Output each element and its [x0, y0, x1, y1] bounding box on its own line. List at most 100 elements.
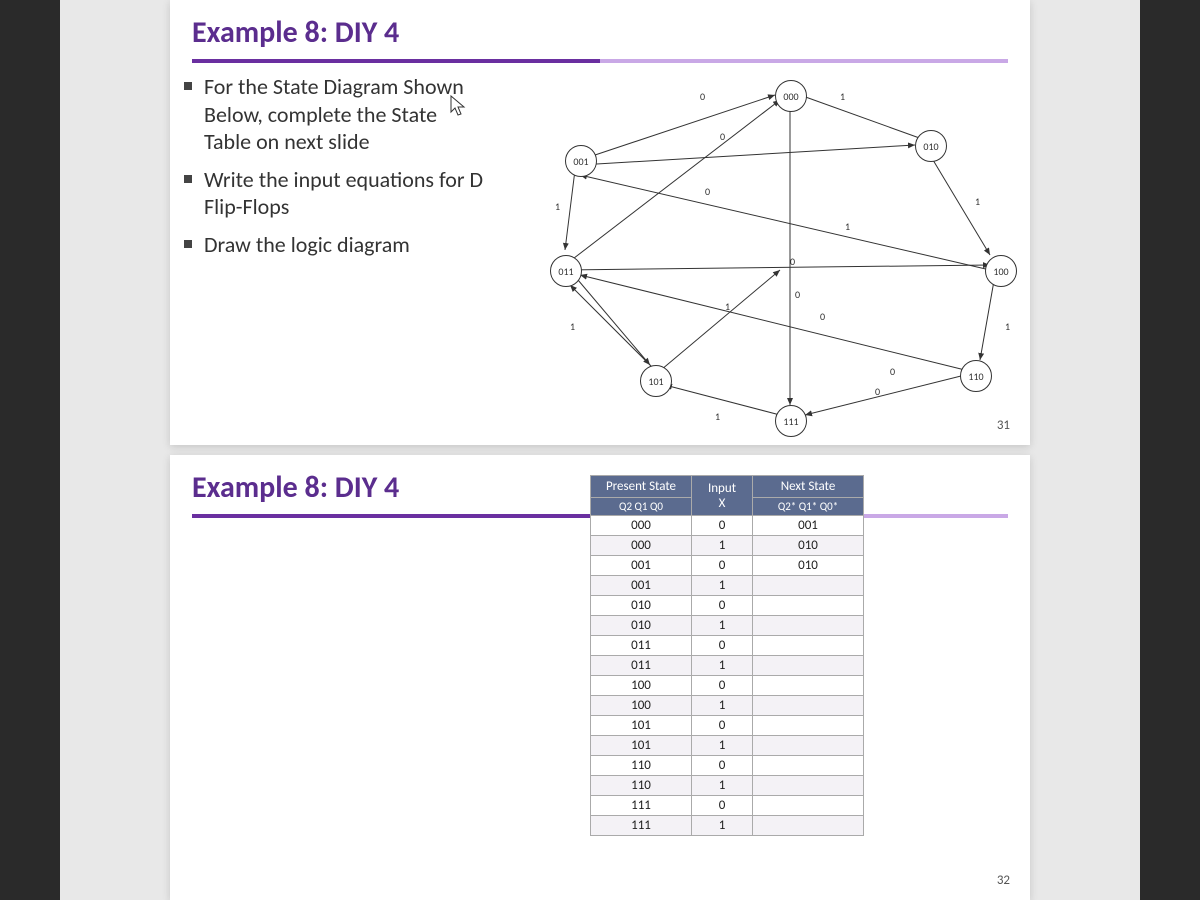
edge-label: 0: [720, 130, 725, 143]
edge-label: 1: [715, 410, 720, 423]
th-input: Input X: [692, 476, 753, 516]
title-underline: [192, 59, 1008, 63]
table-cell: [753, 796, 864, 816]
table-cell: 110: [591, 776, 692, 796]
table-row: 0001010: [591, 536, 864, 556]
table-cell: 1: [692, 536, 753, 556]
table-cell: 111: [591, 816, 692, 836]
state-node-101: 101: [640, 365, 672, 397]
bullet-text: For the State Diagram Shown Below, compl…: [204, 73, 484, 156]
table-cell: 100: [591, 696, 692, 716]
table-row: 0110: [591, 636, 864, 656]
table-cell: [753, 676, 864, 696]
table-cell: 000: [591, 536, 692, 556]
table-cell: 001: [591, 576, 692, 596]
table-cell: 010: [753, 556, 864, 576]
table-cell: 1: [692, 776, 753, 796]
th-present-sub: Q2 Q1 Q0: [591, 498, 692, 516]
table-cell: 010: [591, 596, 692, 616]
table-cell: [753, 636, 864, 656]
edge-label: 1: [725, 300, 730, 313]
table-cell: 0: [692, 756, 753, 776]
table-cell: [753, 736, 864, 756]
edge-label: 1: [555, 200, 560, 213]
th-next-sub: Q2* Q1* Q0*: [753, 498, 864, 516]
table-cell: 0: [692, 596, 753, 616]
table-cell: 011: [591, 636, 692, 656]
table-cell: [753, 816, 864, 836]
state-node-010: 010: [915, 130, 947, 162]
table-cell: 010: [753, 536, 864, 556]
slide-viewport: Example 8: DIY 4 For the State Diagram S…: [60, 0, 1140, 900]
table-row: 1000: [591, 676, 864, 696]
table-row: 1110: [591, 796, 864, 816]
edge-label: 1: [975, 195, 980, 208]
edge-label: 0: [795, 288, 800, 301]
table-cell: [753, 656, 864, 676]
th-input-top: Input: [702, 481, 742, 496]
table-cell: 1: [692, 696, 753, 716]
table-cell: [753, 756, 864, 776]
edge-label: 0: [820, 310, 825, 323]
slide1-bullets: For the State Diagram Shown Below, compl…: [170, 73, 484, 258]
table-cell: 1: [692, 576, 753, 596]
table-row: 0111: [591, 656, 864, 676]
table-row: 1011: [591, 736, 864, 756]
state-node-111: 111: [775, 405, 807, 437]
table-row: 0011: [591, 576, 864, 596]
table-cell: 1: [692, 616, 753, 636]
table-row: 0101: [591, 616, 864, 636]
table-cell: 001: [591, 556, 692, 576]
bullet-item: For the State Diagram Shown Below, compl…: [184, 73, 484, 156]
bullet-text: Write the input equations for D Flip-Flo…: [204, 166, 484, 221]
table-cell: 000: [591, 516, 692, 536]
state-node-000: 000: [775, 80, 807, 112]
table-cell: [753, 596, 864, 616]
th-present-state: Present State: [591, 476, 692, 498]
table-cell: 101: [591, 736, 692, 756]
table-cell: 0: [692, 636, 753, 656]
edge-label: 1: [840, 90, 845, 103]
table-cell: 011: [591, 656, 692, 676]
table-row: 0100: [591, 596, 864, 616]
state-node-110: 110: [960, 360, 992, 392]
bullet-square-icon: [184, 240, 192, 248]
table-cell: 1: [692, 736, 753, 756]
table-row: 1111: [591, 816, 864, 836]
table-cell: 0: [692, 716, 753, 736]
table-cell: [753, 576, 864, 596]
table-cell: 0: [692, 516, 753, 536]
table-cell: 110: [591, 756, 692, 776]
state-diagram: 000 001 010 011 100 101 110 111 0 1 0 1 …: [520, 70, 1060, 430]
table-row: 1010: [591, 716, 864, 736]
edge-label: 0: [890, 365, 895, 378]
edge-label: 1: [1005, 320, 1010, 333]
bullet-square-icon: [184, 175, 192, 183]
bullet-item: Write the input equations for D Flip-Flo…: [184, 166, 484, 221]
bullet-item: Draw the logic diagram: [184, 231, 484, 259]
table-row: 0010010: [591, 556, 864, 576]
edge-label: 1: [570, 320, 575, 333]
table-row: 1001: [591, 696, 864, 716]
bullet-text: Draw the logic diagram: [204, 231, 410, 259]
slide2-page-number: 32: [997, 873, 1010, 888]
state-node-001: 001: [565, 145, 597, 177]
table-cell: 010: [591, 616, 692, 636]
state-table-body: 0000001000101000100100011010001010110011…: [591, 516, 864, 836]
table-cell: [753, 616, 864, 636]
table-cell: 101: [591, 716, 692, 736]
table-cell: 001: [753, 516, 864, 536]
edge-label: 0: [705, 185, 710, 198]
slide1-title: Example 8: DIY 4: [170, 0, 1030, 57]
table-row: 1100: [591, 756, 864, 776]
table-cell: [753, 716, 864, 736]
table-cell: 100: [591, 676, 692, 696]
table-cell: 1: [692, 816, 753, 836]
table-cell: 0: [692, 676, 753, 696]
bullet-square-icon: [184, 82, 192, 90]
edge-label: 0: [790, 255, 795, 268]
table-cell: 0: [692, 796, 753, 816]
slide-1: Example 8: DIY 4 For the State Diagram S…: [170, 0, 1030, 445]
th-next-state: Next State: [753, 476, 864, 498]
slide1-page-number: 31: [997, 418, 1010, 433]
